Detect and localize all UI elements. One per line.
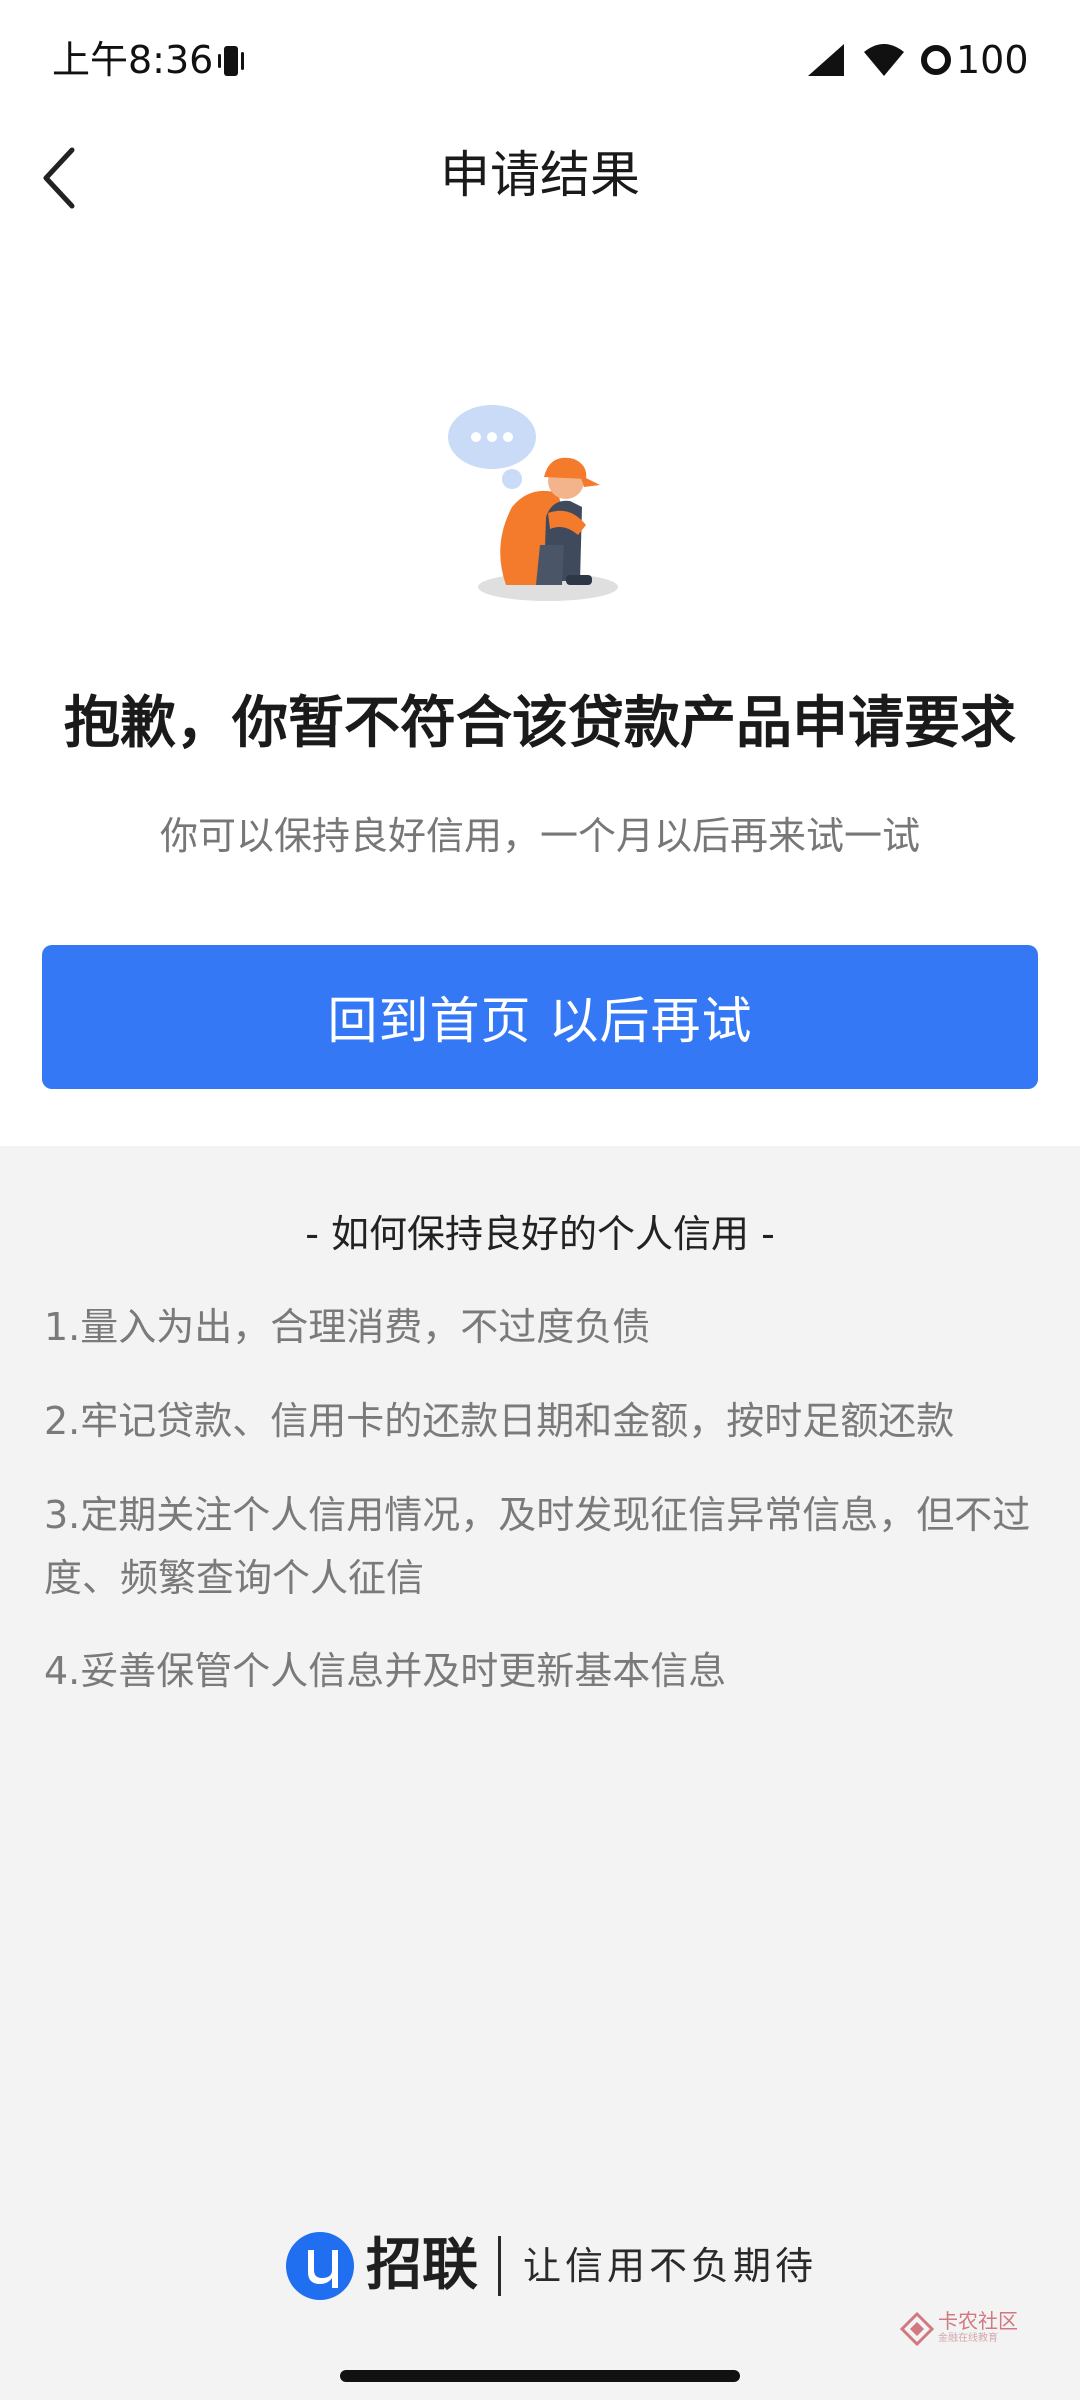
result-subline: 你可以保持良好信用，一个月以后再来试一试 <box>159 814 920 858</box>
status-bar: 上午8:36 100 <box>0 0 1080 120</box>
tips-title: - 如何保持良好的个人信用 - <box>305 1212 775 1256</box>
status-time: 上午8:36 <box>52 38 214 82</box>
battery-icon <box>921 45 951 75</box>
brand-logo-icon <box>286 2232 354 2300</box>
tip-item: 3.定期关注个人信用情况，及时发现征信异常信息，但不过度、频繁查询个人征信 <box>44 1493 1031 1600</box>
watermark-subtitle: 金融在线教育 <box>938 2333 998 2344</box>
tip-item: 1.量入为出，合理消费，不过度负债 <box>44 1305 651 1349</box>
back-home-button[interactable]: 回到首页 以后再试 <box>42 945 1038 1089</box>
brand-divider <box>498 2236 501 2296</box>
screen: 上午8:36 100 申请结果 抱歉，你暂不符合该贷款产品申请要求 你可以保持良… <box>0 0 1080 2400</box>
page-title: 申请结果 <box>440 146 640 204</box>
brand-slogan: 让信用不负期待 <box>523 2244 818 2288</box>
sad-person-illustration <box>448 405 618 601</box>
vibrate-icon <box>218 46 244 76</box>
footer-brand: 招联 让信用不负期待 <box>286 2226 817 2306</box>
watermark-title: 卡农社区 <box>938 2309 1018 2333</box>
tip-item: 2.牢记贷款、信用卡的还款日期和金额，按时足额还款 <box>44 1399 955 1443</box>
cellular-signal-icon <box>808 44 844 76</box>
tip-item: 4.妥善保管个人信息并及时更新基本信息 <box>44 1649 727 1693</box>
result-panel: 上午8:36 100 申请结果 抱歉，你暂不符合该贷款产品申请要求 你可以保持良… <box>0 0 1080 1146</box>
result-headline: 抱歉，你暂不符合该贷款产品申请要求 <box>64 691 1016 756</box>
watermark: 卡农社区 金融在线教育 <box>900 2310 1030 2350</box>
battery-level: 100 <box>956 38 1029 82</box>
brand-name: 招联 <box>366 2233 478 2298</box>
wifi-icon <box>864 44 904 76</box>
watermark-logo-icon <box>900 2312 934 2346</box>
home-indicator[interactable] <box>340 2370 740 2382</box>
